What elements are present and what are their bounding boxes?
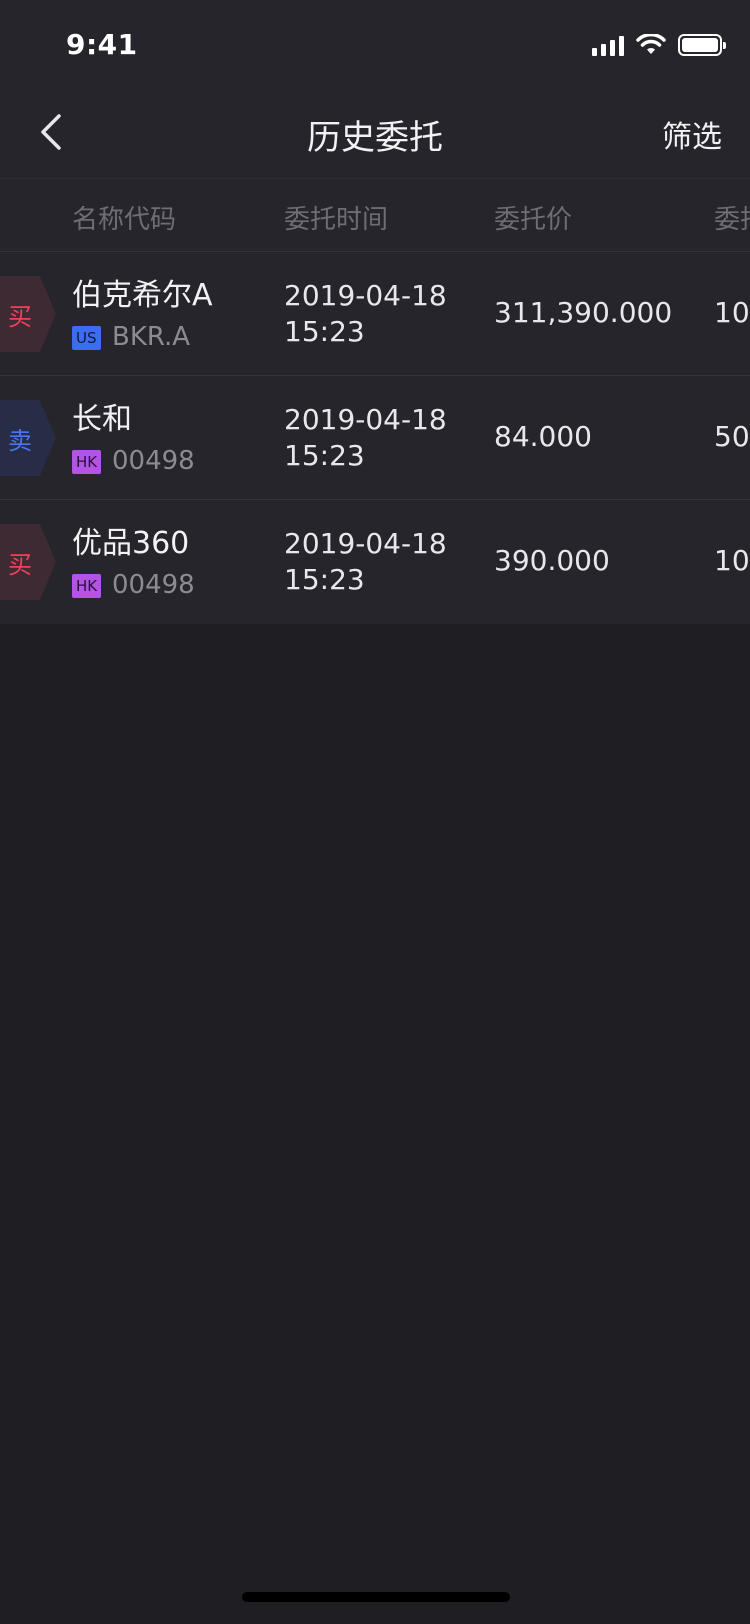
order-quantity: 10 bbox=[714, 544, 750, 577]
order-clock-time: 15:23 bbox=[284, 563, 365, 596]
order-clock-time: 15:23 bbox=[284, 315, 365, 348]
order-date: 2019-04-18 bbox=[284, 403, 447, 436]
table-row[interactable]: 买 伯克希尔A US BKR.A 2019-04-18 15:23 311,390… bbox=[0, 252, 750, 376]
status-bar: 9:41 bbox=[0, 0, 750, 88]
order-quantity: 50 bbox=[714, 420, 750, 453]
filter-button[interactable]: 筛选 bbox=[662, 112, 722, 156]
status-icons bbox=[592, 32, 726, 58]
buy-badge: 买 bbox=[0, 276, 56, 352]
stock-code: BKR.A bbox=[112, 322, 191, 352]
order-date: 2019-04-18 bbox=[284, 279, 447, 312]
market-tag-hk: HK bbox=[72, 450, 102, 474]
order-date: 2019-04-18 bbox=[284, 527, 447, 560]
signal-icon bbox=[592, 34, 624, 56]
order-quantity: 10 bbox=[714, 296, 750, 329]
navigation-bar: 历史委托 筛选 bbox=[0, 88, 750, 178]
status-time: 9:41 bbox=[66, 28, 138, 61]
order-time: 2019-04-18 15:23 bbox=[284, 402, 447, 474]
column-header-name-code[interactable]: 名称代码 bbox=[72, 199, 176, 236]
market-tag-hk: HK bbox=[72, 574, 102, 598]
column-header-order-time[interactable]: 委托时间 bbox=[284, 199, 388, 236]
stock-code: 00498 bbox=[112, 570, 195, 600]
sell-badge: 卖 bbox=[0, 400, 56, 476]
table-row[interactable]: 卖 长和 HK 00498 2019-04-18 15:23 84.000 50 bbox=[0, 376, 750, 500]
order-price: 390.000 bbox=[494, 544, 610, 577]
order-price: 84.000 bbox=[494, 420, 592, 453]
home-indicator[interactable] bbox=[242, 1592, 510, 1602]
battery-icon bbox=[678, 34, 726, 56]
market-tag-us: US bbox=[72, 326, 101, 350]
stock-name: 优品360 bbox=[72, 526, 190, 561]
order-clock-time: 15:23 bbox=[284, 439, 365, 472]
buy-badge: 买 bbox=[0, 524, 56, 600]
page-title: 历史委托 bbox=[307, 118, 443, 158]
wifi-icon bbox=[636, 34, 666, 54]
order-time: 2019-04-18 15:23 bbox=[284, 526, 447, 598]
table-header: 名称代码 委托时间 委托价 委托 bbox=[0, 178, 750, 252]
stock-name: 伯克希尔A bbox=[72, 278, 213, 313]
column-header-order-price[interactable]: 委托价 bbox=[494, 199, 572, 236]
order-time: 2019-04-18 15:23 bbox=[284, 278, 447, 350]
column-header-order-quantity[interactable]: 委托 bbox=[714, 199, 750, 236]
table-row[interactable]: 买 优品360 HK 00498 2019-04-18 15:23 390.000… bbox=[0, 500, 750, 624]
order-list: 买 伯克希尔A US BKR.A 2019-04-18 15:23 311,390… bbox=[0, 252, 750, 624]
order-price: 311,390.000 bbox=[494, 296, 673, 329]
stock-name: 长和 bbox=[72, 402, 132, 437]
stock-code: 00498 bbox=[112, 446, 195, 476]
